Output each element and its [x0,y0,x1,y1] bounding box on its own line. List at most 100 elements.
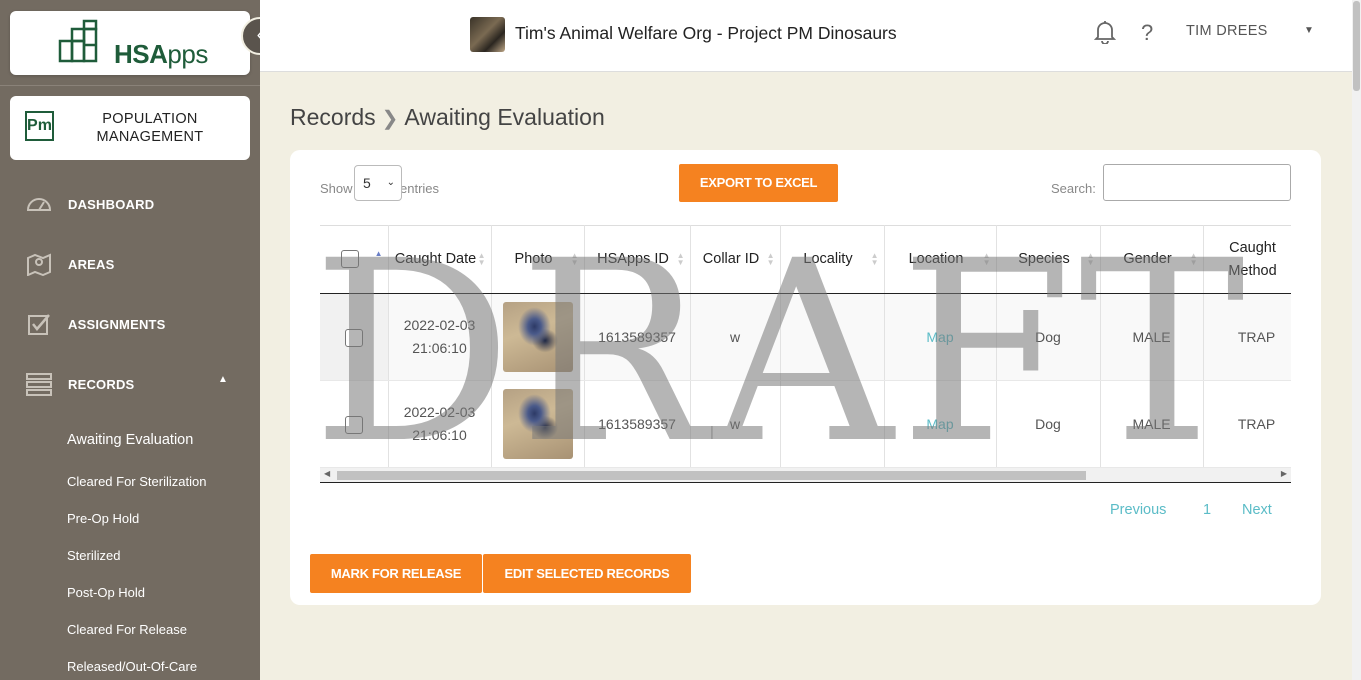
gender-cell: MALE [1100,380,1204,468]
animal-photo[interactable] [502,302,573,372]
column-header[interactable]: Caught Method [1203,225,1291,294]
top-bar: Tim's Animal Welfare Org - Project PM Di… [260,0,1352,72]
search-input[interactable] [1103,164,1291,201]
help-icon[interactable]: ? [1141,20,1153,46]
nav-areas-label: AREAS [68,257,115,272]
nav-records-label: RECORDS [68,377,135,392]
caught-method-cell: TRAP [1203,380,1291,468]
map-link[interactable]: Map [926,416,953,432]
caught-date-cell: 2022-02-03 21:06:10 [388,380,492,468]
row-checkbox[interactable] [344,415,363,434]
collar-id-cell: w [690,293,781,381]
sub-sterilized[interactable]: Sterilized [67,548,120,563]
search-label: Search: [1051,181,1096,196]
hsapps-id-header: HSApps ID [597,251,669,267]
sort-icon: ▲ ▼ [870,251,879,267]
animal-photo[interactable] [502,389,573,459]
page-scrollbar-thumb[interactable] [1353,1,1360,91]
page-number-button[interactable]: 1 [1203,502,1211,518]
column-header[interactable]: Location ▲ ▼ [884,225,997,294]
next-page-button[interactable]: Next [1242,502,1272,518]
row-checkbox[interactable] [344,328,363,347]
photo-cell [491,380,585,468]
sub-awaiting-evaluation[interactable]: Awaiting Evaluation [67,432,193,448]
nav-records[interactable]: RECORDS ▲ [0,364,260,404]
column-header[interactable]: Photo ▲ ▼ [491,225,585,294]
table-row[interactable]: 2022-02-03 21:06:10 1613589357 w Map Dog … [320,293,1291,381]
bell-icon[interactable] [1094,20,1116,44]
nav-assignments[interactable]: ASSIGNMENTS [0,304,260,344]
nav-areas[interactable]: AREAS [0,244,260,284]
caught-date: 2022-02-03 [403,317,476,333]
breadcrumb-records[interactable]: Records [290,104,376,130]
caught-time: 21:06:10 [412,427,467,443]
table-horizontal-scrollbar[interactable]: ◀ ▶ [320,468,1291,483]
caught-method-cell: TRAP [1203,293,1291,381]
map-link[interactable]: Map [926,329,953,345]
page-length-value: 5 [363,175,371,191]
row-select-cell [320,293,389,381]
sub-cleared-for-sterilization[interactable]: Cleared For Sterilization [67,474,206,489]
mark-for-release-button[interactable]: MARK FOR RELEASE [310,554,482,593]
sub-pre-op-hold[interactable]: Pre-Op Hold [67,511,139,526]
sub-cleared-for-release[interactable]: Cleared For Release [67,622,187,637]
sub-released-out-of-care[interactable]: Released/Out-Of-Care [67,659,197,674]
hsapps-logo[interactable]: HSApps [10,11,250,75]
records-icon [26,373,52,396]
column-header[interactable]: HSApps ID ▲ ▼ [584,225,691,294]
caret-down-icon[interactable]: ▼ [1304,25,1314,36]
sort-icon: ▲ ▼ [766,251,775,267]
caret-up-icon: ▲ [218,374,228,385]
column-header[interactable]: Species ▲ ▼ [996,225,1101,294]
logo-text: HSApps [114,39,208,69]
hsapps-id-cell: 1613589357 [584,380,691,468]
sidebar-divider [0,85,260,86]
table-scrollbar-thumb[interactable] [337,471,1086,480]
sort-icon: ▲ ▼ [982,251,991,267]
column-header[interactable]: Collar ID ▲ ▼ [690,225,781,294]
scroll-left-icon[interactable]: ◀ [324,469,330,478]
edit-selected-records-button[interactable]: EDIT SELECTED RECORDS [483,554,691,593]
select-all-header[interactable]: ▲ [320,225,389,294]
photo-cell [491,293,585,381]
module-switcher[interactable]: Pm POPULATION MANAGEMENT [10,96,250,160]
gender-cell: MALE [1100,293,1204,381]
sort-asc-icon[interactable]: ▲ [375,250,383,258]
sort-icon: ▲ ▼ [570,251,579,267]
caught-time: 21:06:10 [412,340,467,356]
location-cell: Map [884,380,997,468]
nav-dashboard[interactable]: DASHBOARD [0,184,260,224]
sort-icon: ▲ ▼ [477,251,486,267]
locality-header: Locality [803,251,853,267]
logo-grid-icon [58,19,98,63]
breadcrumb-current: Awaiting Evaluation [404,104,605,130]
entries-label: entries [400,181,440,196]
location-cell: Map [884,293,997,381]
scroll-right-icon[interactable]: ▶ [1281,469,1287,478]
hsapps-id-cell: 1613589357 [584,293,691,381]
sort-icon: ▲ ▼ [1189,251,1198,267]
table-row[interactable]: 2022-02-03 21:06:10 1613589357 w Map Dog … [320,380,1291,468]
column-header[interactable]: Gender ▲ ▼ [1100,225,1204,294]
caught-date-header: Caught Date [394,251,477,267]
collar-id-cell: w [690,380,781,468]
org-avatar [470,17,505,52]
records-card: Show entries 5 ⌄ EXPORT TO EXCEL Search: … [290,150,1321,605]
user-menu[interactable]: TIM DREES [1186,23,1268,39]
select-all-checkbox[interactable] [340,250,359,269]
column-header[interactable]: Caught Date ▲ ▼ [388,225,492,294]
export-to-excel-button[interactable]: EXPORT TO EXCEL [679,164,838,202]
chevron-down-icon: ⌄ [386,177,395,188]
caught-date-cell: 2022-02-03 21:06:10 [388,293,492,381]
photo-header: Photo [514,251,553,267]
caught-date: 2022-02-03 [403,404,476,420]
locality-cell [780,380,885,468]
gender-header: Gender [1123,251,1172,267]
page-scrollbar[interactable] [1352,0,1361,680]
column-header[interactable]: Locality ▲ ▼ [780,225,885,294]
sub-post-op-hold[interactable]: Post-Op Hold [67,585,145,600]
sort-icon: ▲ ▼ [1086,251,1095,267]
previous-page-button[interactable]: Previous [1110,502,1166,518]
page-length-select[interactable]: 5 ⌄ [354,165,402,201]
org-title: Tim's Animal Welfare Org - Project PM Di… [515,23,897,43]
